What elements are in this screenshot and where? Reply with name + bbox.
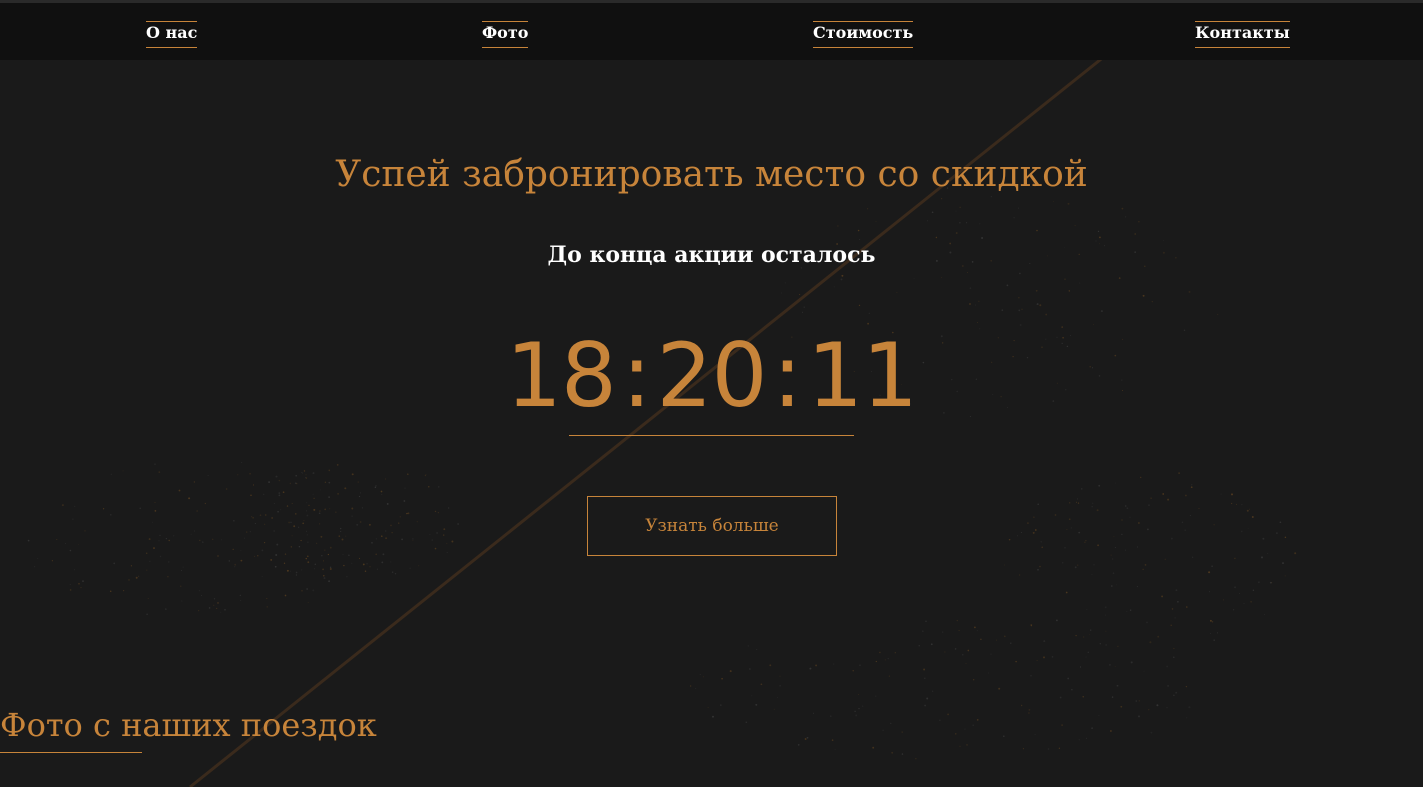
countdown-minutes: 20: [656, 324, 768, 427]
countdown-seconds: 11: [807, 324, 918, 427]
countdown-timer: 18:20:11: [0, 326, 1423, 426]
nav-item-about[interactable]: О нас: [146, 21, 198, 48]
learn-more-button[interactable]: Узнать больше: [587, 496, 837, 556]
countdown-underline: [569, 435, 854, 436]
page: О нас Фото Стоимость Контакты Успей забр…: [0, 0, 1423, 787]
photos-section-title: Фото с наших поездок: [0, 706, 377, 744]
countdown-separator: :: [621, 324, 652, 427]
countdown-separator: :: [772, 324, 802, 427]
photos-section-underline: [0, 752, 142, 753]
nav-item-price[interactable]: Стоимость: [813, 21, 914, 48]
nav-item-photo[interactable]: Фото: [482, 21, 529, 48]
top-navigation-bar: О нас Фото Стоимость Контакты: [0, 0, 1423, 60]
countdown-hours: 18: [505, 324, 617, 427]
promo-subtitle: До конца акции осталось: [547, 242, 876, 268]
promo-title: Успей забронировать место со скидкой: [335, 154, 1088, 195]
nav-item-contacts[interactable]: Контакты: [1195, 21, 1290, 48]
